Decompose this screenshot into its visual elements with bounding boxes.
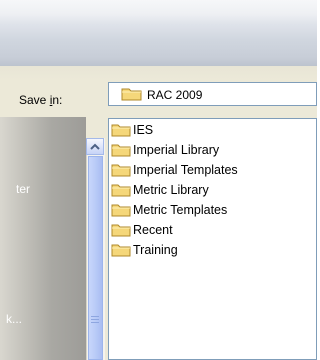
file-name: Imperial Templates [133, 162, 238, 177]
save-in-combo[interactable]: RAC 2009 [108, 82, 317, 106]
folder-icon [111, 244, 131, 256]
list-item[interactable]: Imperial Templates [111, 161, 238, 178]
save-in-folder-value: RAC 2009 [147, 88, 203, 102]
places-bar[interactable]: ter k... [0, 117, 86, 360]
grip-icon [91, 316, 99, 323]
scroll-up-button[interactable] [86, 138, 104, 155]
file-name: Metric Library [133, 182, 209, 197]
file-name: IES [133, 122, 154, 137]
folder-icon [111, 224, 131, 236]
list-item[interactable]: Metric Library [111, 181, 209, 198]
places-bar-label[interactable]: k... [6, 312, 22, 326]
file-name: Training [133, 242, 178, 257]
list-item[interactable]: IES [111, 121, 153, 138]
folder-icon [111, 164, 131, 176]
places-bar-label[interactable]: ter [16, 182, 30, 196]
save-dialog: Save in: RAC 2009 ter k... IES Imperial L… [0, 0, 317, 360]
file-name: Metric Templates [133, 202, 228, 217]
folder-icon [121, 88, 142, 101]
file-list[interactable]: IES Imperial Library Imperial Templates Met… [108, 118, 317, 360]
save-in-label-prefix: Save [19, 93, 50, 107]
list-item[interactable]: Recent [111, 221, 173, 238]
list-item[interactable]: Metric Templates [111, 201, 227, 218]
folder-icon [111, 184, 131, 196]
scrollbar-thumb[interactable] [88, 156, 103, 360]
title-bar [0, 0, 317, 66]
save-in-label: Save in: [19, 93, 62, 107]
folder-icon [111, 204, 131, 216]
save-in-label-suffix: n: [52, 93, 63, 107]
dialog-top-strip [0, 66, 317, 80]
file-name: Recent [133, 222, 173, 237]
folder-icon [111, 144, 131, 156]
chevron-up-icon [90, 143, 100, 150]
list-item[interactable]: Training [111, 241, 178, 258]
folder-icon [111, 124, 131, 136]
list-item[interactable]: Imperial Library [111, 141, 219, 158]
file-name: Imperial Library [133, 142, 220, 157]
